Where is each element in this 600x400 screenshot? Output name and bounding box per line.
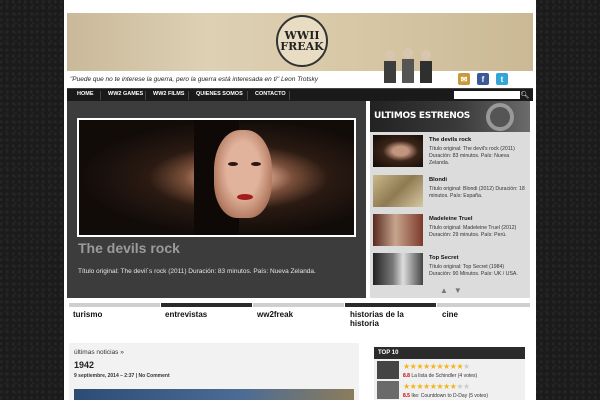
news-meta: 9 septiembre, 2014 – 2:37 | No Comment	[74, 373, 170, 379]
category-entrevistas[interactable]: entrevistas	[165, 310, 207, 319]
chevron-down-icon[interactable]: ▼	[454, 286, 468, 295]
category-bar	[253, 303, 344, 307]
top10-item[interactable]: ★★★★★★★★★★ 8.5 Ike: Countdown to D-Day (…	[377, 381, 525, 400]
movie-thumbnail[interactable]	[373, 253, 423, 285]
movie-title[interactable]: Blondi	[429, 177, 447, 183]
top10-thumbnail[interactable]	[377, 361, 399, 379]
twitter-icon[interactable]: t	[496, 73, 508, 85]
category-bar	[345, 303, 436, 307]
movie-item[interactable]: The devils rock Título original: The dev…	[370, 135, 530, 173]
category-historias[interactable]: historias de la historia	[350, 310, 416, 328]
film-reel-icon	[486, 103, 514, 131]
top10-item-text[interactable]: 8.8 La lista de Schindler (4 votes)	[403, 373, 477, 379]
category-turismo[interactable]: turismo	[73, 310, 102, 319]
featured-description: Título original: The devil´s rock (2011)…	[78, 268, 316, 275]
featured-title[interactable]: The devils rock	[78, 240, 180, 256]
movie-title[interactable]: The devils rock	[429, 137, 471, 143]
movie-title[interactable]: Madeleine Truel	[429, 216, 473, 222]
latest-news: últimas noticias » 1942 9 septiembre, 20…	[69, 343, 359, 400]
nav-ww2-games[interactable]: WW2 GAMES	[108, 91, 143, 97]
latest-news-heading[interactable]: últimas noticias »	[74, 349, 124, 356]
top10-item[interactable]: ★★★★★★★★★★ 8.8 La lista de Schindler (4 …	[377, 361, 525, 381]
movie-description: Título original: Blondi (2012) Duración:…	[429, 186, 525, 199]
top10-item-text[interactable]: 8.5 Ike: Countdown to D-Day (5 votes)	[403, 393, 488, 399]
nav-ww2-films[interactable]: WW2 FILMS	[153, 91, 184, 97]
category-cine[interactable]: cine	[442, 310, 458, 319]
search-input[interactable]	[454, 91, 520, 99]
movie-item[interactable]: Madeleine Truel Título original: Madelei…	[370, 214, 530, 252]
movie-thumbnail[interactable]	[373, 135, 423, 167]
category-bar	[161, 303, 252, 307]
movie-description: Título original: Top Secret (1984) Durac…	[429, 264, 518, 277]
chevron-up-icon[interactable]: ▲	[440, 286, 454, 295]
movie-description: Título original: Madeleine Truel (2012) …	[429, 225, 517, 238]
movie-item[interactable]: Blondi Título original: Blondi (2012) Du…	[370, 175, 530, 213]
soldiers-image	[384, 48, 432, 83]
main-nav: HOME WW2 GAMES WW2 FILMS QUIENES SOMOS C…	[67, 88, 533, 101]
news-title[interactable]: 1942	[74, 360, 94, 370]
ultimos-estrenos-header: ULTIMOS ESTRENOS	[370, 101, 530, 132]
featured-slider: The devils rock Título original: The dev…	[67, 101, 366, 298]
star-rating: ★★★★★★★★★★	[403, 362, 470, 371]
featured-image[interactable]	[77, 118, 356, 237]
email-icon[interactable]: ✉	[458, 73, 470, 85]
facebook-icon[interactable]: f	[477, 73, 489, 85]
ultimos-estrenos-title: ULTIMOS ESTRENOS	[374, 111, 470, 121]
movie-thumbnail[interactable]	[373, 175, 423, 207]
header-quote: "Puede que no te interese la guerra, per…	[70, 76, 319, 83]
star-rating: ★★★★★★★★★★	[403, 382, 470, 391]
ultimos-estrenos-panel: ULTIMOS ESTRENOS The devils rock Título …	[370, 101, 530, 298]
logo-line-2: FREAK	[280, 40, 324, 53]
search-icon[interactable]: 🔍︎	[520, 90, 530, 100]
top10-widget: TOP 10 ★★★★★★★★★★ 8.8 La lista de Schind…	[374, 347, 525, 400]
slider-arrows: ▲▼	[440, 286, 468, 295]
nav-quienes-somos[interactable]: QUIENES SOMOS	[196, 91, 243, 97]
site-logo[interactable]: WWII FREAK	[276, 15, 328, 67]
category-bar	[437, 303, 530, 307]
news-image[interactable]	[74, 389, 354, 400]
category-bar	[69, 303, 160, 307]
nav-home[interactable]: HOME	[77, 91, 94, 97]
top10-thumbnail[interactable]	[377, 381, 399, 399]
movie-description: Título original: The devil's rock (2011)…	[429, 146, 515, 166]
movie-thumbnail[interactable]	[373, 214, 423, 246]
movie-title[interactable]: Top Secret	[429, 255, 459, 261]
top10-title: TOP 10	[374, 347, 525, 359]
header-banner: WWII FREAK	[67, 13, 533, 71]
category-ww2freak[interactable]: ww2freak	[257, 310, 293, 319]
page: WWII FREAK "Puede que no te interese la …	[64, 0, 536, 400]
nav-contacto[interactable]: CONTACTO	[255, 91, 286, 97]
